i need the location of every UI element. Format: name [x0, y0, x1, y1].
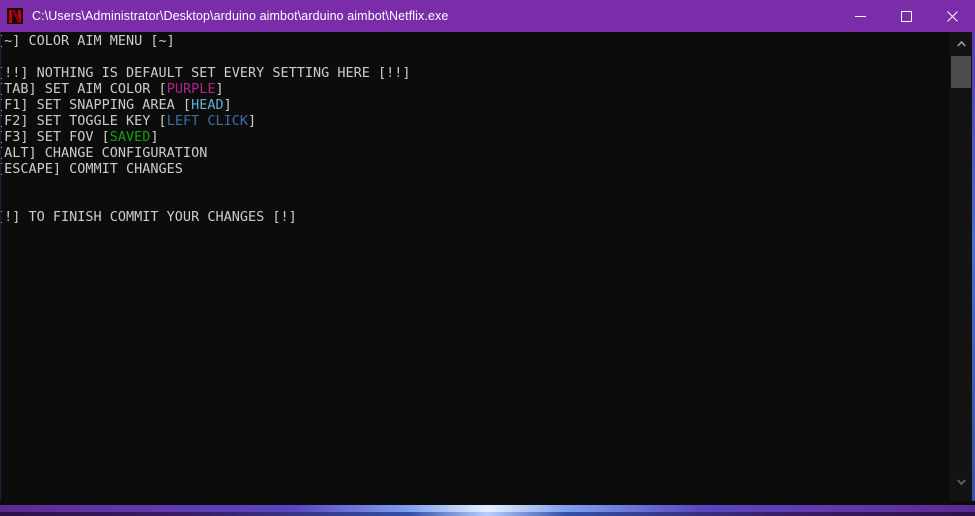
close-button[interactable] [929, 0, 975, 32]
title-bar[interactable]: C:\Users\Administrator\Desktop\arduino a… [0, 0, 975, 32]
terminal-window: C:\Users\Administrator\Desktop\arduino a… [0, 0, 975, 516]
console-text-segment: [ESCAPE] COMMIT CHANGES [0, 161, 183, 177]
console-line: [TAB] SET AIM COLOR [PURPLE] [0, 81, 224, 97]
window-left-edge [0, 32, 1, 505]
console-line: [!] TO FINISH COMMIT YOUR CHANGES [!] [0, 209, 297, 225]
console-text-segment: LEFT CLICK [166, 113, 248, 129]
console-text-segment: [~] COLOR AIM MENU [~] [0, 33, 175, 49]
console-text-segment: [F2] SET TOGGLE KEY [ [0, 113, 167, 129]
chevron-up-icon[interactable] [950, 34, 972, 54]
console-text-segment: [F3] SET FOV [ [0, 129, 110, 145]
console-text-segment: [!!] NOTHING IS DEFAULT SET EVERY SETTIN… [0, 65, 411, 81]
console-text-segment: [TAB] SET AIM COLOR [ [0, 81, 167, 97]
console-text-segment: ] [247, 113, 257, 129]
window-title: C:\Users\Administrator\Desktop\arduino a… [32, 9, 449, 23]
netflix-icon [7, 8, 23, 24]
console-text-segment: [ALT] CHANGE CONFIGURATION [0, 145, 208, 161]
console-text-segment: SAVED [109, 129, 151, 145]
console-line: [~] COLOR AIM MENU [~] [0, 33, 175, 49]
console-line: [F2] SET TOGGLE KEY [LEFT CLICK] [0, 113, 256, 129]
console-line: [F3] SET FOV [SAVED] [0, 129, 159, 145]
console-text-segment: [!] TO FINISH COMMIT YOUR CHANGES [!] [0, 209, 297, 225]
console-text-segment: ] [150, 129, 159, 145]
maximize-button[interactable] [883, 0, 929, 32]
console-text-segment: ] [215, 81, 224, 97]
minimize-button[interactable] [837, 0, 883, 32]
chevron-down-icon[interactable] [950, 472, 972, 492]
console-output-area[interactable]: [~] COLOR AIM MENU [~] [!!] NOTHING IS D… [0, 32, 950, 505]
vertical-scrollbar[interactable] [950, 32, 972, 505]
console-text-segment: HEAD [191, 97, 224, 113]
window-bottom-accent-highlight [0, 512, 975, 516]
console-text: [~] COLOR AIM MENU [~] [!!] NOTHING IS D… [0, 33, 411, 225]
console-line: [F1] SET SNAPPING AREA [HEAD] [0, 97, 232, 113]
scrollbar-thumb[interactable] [951, 56, 971, 88]
console-text-segment: [F1] SET SNAPPING AREA [ [0, 97, 192, 113]
console-line: [ESCAPE] COMMIT CHANGES [0, 161, 183, 177]
console-text-segment: ] [223, 97, 232, 113]
console-text-segment: PURPLE [166, 81, 216, 97]
console-line: [!!] NOTHING IS DEFAULT SET EVERY SETTIN… [0, 65, 411, 81]
console-line: [ALT] CHANGE CONFIGURATION [0, 145, 207, 161]
